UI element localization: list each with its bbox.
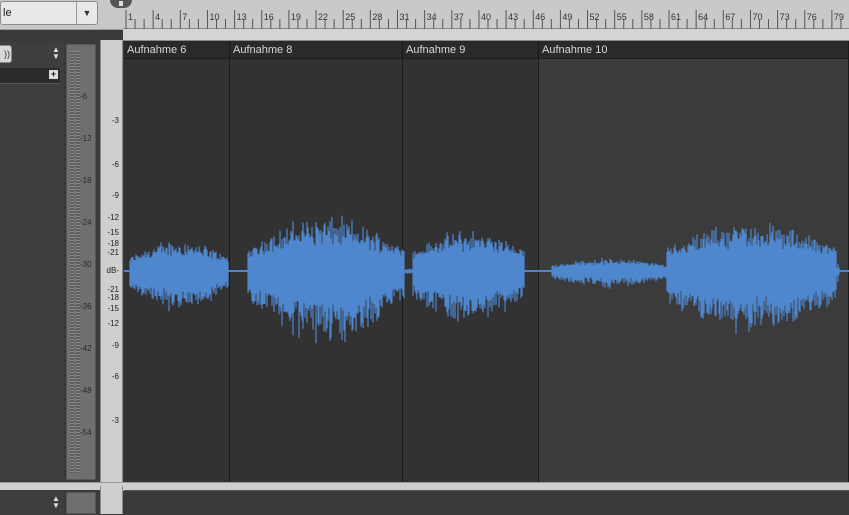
arrange-area-2[interactable] (124, 490, 849, 515)
meter-scale-label: -54 (80, 428, 92, 437)
ruler-bar-label: 40 (481, 12, 491, 22)
plus-icon[interactable]: + (49, 70, 58, 79)
ruler-bar-label: 64 (698, 12, 708, 22)
ruler-bar-label: 34 (427, 12, 437, 22)
ruler-bar-label: 22 (318, 12, 328, 22)
ruler-bar-label: 58 (644, 12, 654, 22)
ruler-ticks: 1 4 7 10 13 16 19 22 25 28 31 34 37 40 43 46 49 52 55 58 61 6… (125, 10, 844, 29)
level-meter-2 (66, 492, 96, 514)
db-scale-label: -6 (111, 372, 119, 381)
ruler-bar-label: 49 (562, 12, 572, 22)
ruler-bar-label: 25 (345, 12, 355, 22)
ruler-bar-label: 73 (780, 12, 790, 22)
timeline-ruler[interactable]: 1 4 7 10 13 16 19 22 25 28 31 34 37 40 43 46 49 52 55 58 61 6… (123, 0, 849, 29)
speaker-wave-icon[interactable]: )) (0, 45, 12, 63)
db-scale-label: -3 (111, 116, 119, 125)
clip-title: Aufnahme 10 (542, 44, 608, 56)
waveform-path (129, 215, 840, 344)
db-scale-label: -9 (111, 341, 119, 350)
audio-waveform (124, 215, 849, 344)
meter-scale-label: -18 (80, 176, 92, 185)
clip-title: Aufnahme 9 (406, 44, 466, 56)
ruler-bar-label: 1 (128, 12, 133, 22)
mode-select-value: le (3, 7, 12, 19)
up-down-arrows-icon[interactable]: ▲ ▼ (51, 46, 61, 61)
db-scale-label: -15 (107, 304, 119, 313)
db-scale-label: -3 (111, 416, 119, 425)
clip-title: Aufnahme 8 (233, 44, 293, 56)
ruler-bar-label: 37 (454, 12, 464, 22)
ruler-bar-label: 28 (372, 12, 382, 22)
db-scale-label: -12 (107, 213, 119, 222)
db-scale-label: -18 (107, 293, 119, 302)
meter-scale-label: -12 (80, 134, 92, 143)
db-scale-label: -21 (107, 248, 119, 257)
ruler-bar-label: 31 (400, 12, 410, 22)
ruler-bar-label: 19 (291, 12, 301, 22)
clip-header[interactable]: Aufnahme 9 (403, 41, 538, 59)
ruler-bar-label: 43 (508, 12, 518, 22)
ruler-lower-strip (123, 29, 849, 41)
ruler-bar-label: 7 (182, 12, 187, 22)
db-scale-label: -6 (111, 160, 119, 169)
ruler-bar-label: 52 (590, 12, 600, 22)
ruler-bar-label: 76 (807, 12, 817, 22)
up-down-arrows-icon[interactable]: ▲ ▼ (51, 495, 61, 510)
ruler-bar-label: 70 (752, 12, 762, 22)
db-scale-label: -18 (107, 239, 119, 248)
ruler-bar-label: 4 (155, 12, 160, 22)
meter-scale-label: -36 (80, 302, 92, 311)
ruler-bar-label: 16 (264, 12, 274, 22)
db-scale-label: -9 (111, 191, 119, 200)
db-scale-label: -15 (107, 228, 119, 237)
clip-header[interactable]: Aufnahme 8 (230, 41, 402, 59)
db-scale-label: dB- (106, 266, 119, 275)
ruler-bar-label: 67 (725, 12, 735, 22)
ruler-bar-label: 79 (834, 12, 844, 22)
clip-header[interactable]: Aufnahme 10 (539, 41, 848, 59)
ruler-bar-label: 10 (209, 12, 219, 22)
meter-scale-label: -30 (80, 260, 92, 269)
clip-header[interactable]: Aufnahme 6 (124, 41, 229, 59)
chevron-down-icon[interactable]: ▼ (76, 2, 97, 24)
ruler-bar-label: 55 (617, 12, 627, 22)
db-scale-2 (100, 486, 123, 514)
ruler-bar-label: 61 (671, 12, 681, 22)
meter-scale-label: -24 (80, 218, 92, 227)
ruler-bar-label: 46 (535, 12, 545, 22)
db-scale-label: -12 (107, 319, 119, 328)
clip-title: Aufnahme 6 (127, 44, 187, 56)
ruler-bar-label: 13 (237, 12, 247, 22)
meter-scale-label: -48 (80, 386, 92, 395)
meter-scale-label: -42 (80, 344, 92, 353)
meter-scale-label: -6 (80, 92, 88, 101)
mode-select[interactable]: le ▼ (0, 1, 98, 25)
track-header (0, 42, 64, 480)
